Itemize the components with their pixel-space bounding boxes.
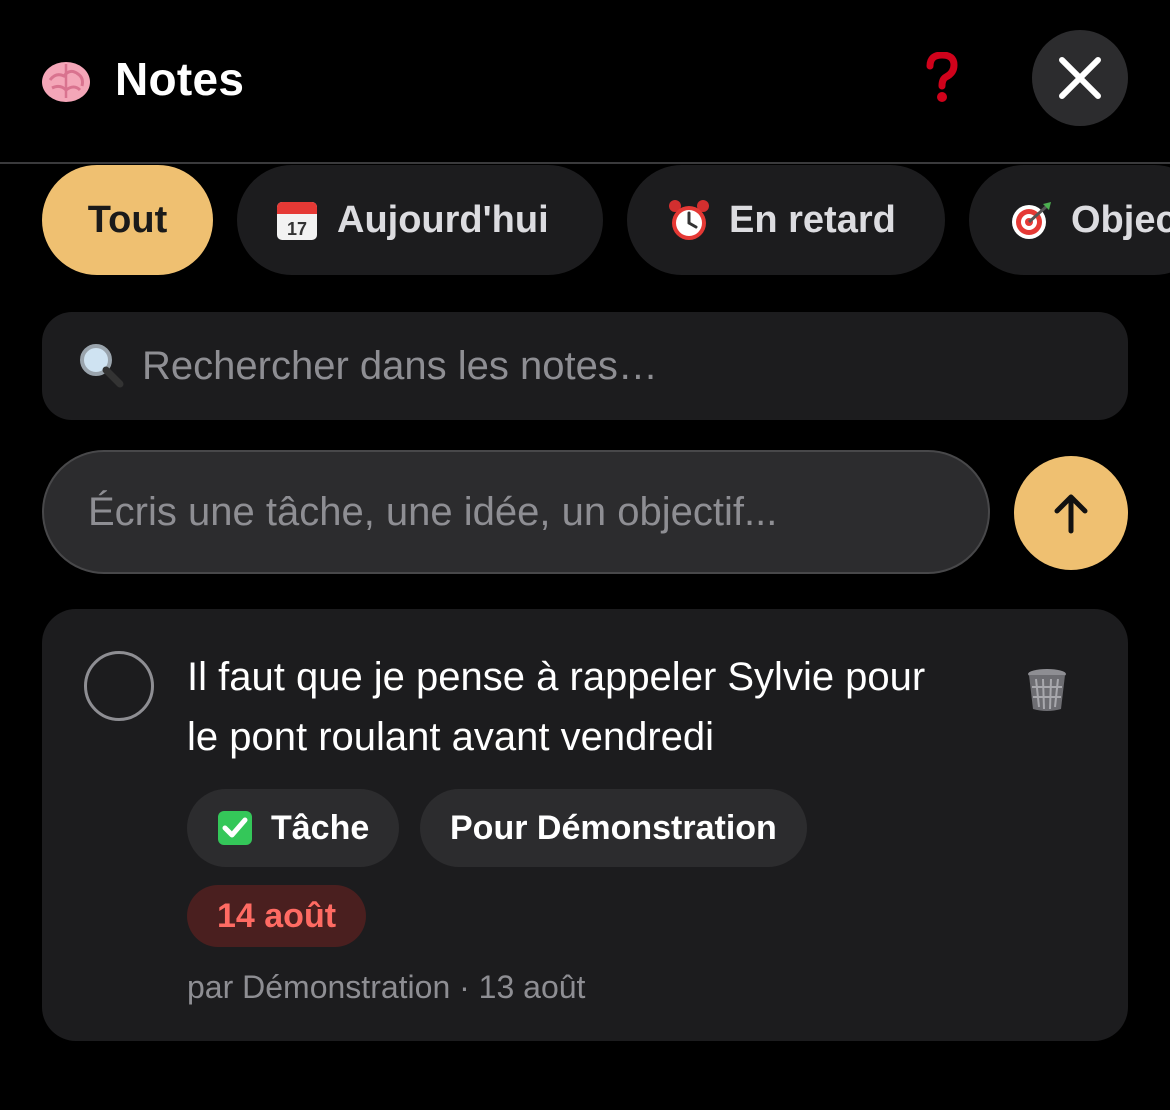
- filter-label: Aujourd'hui: [337, 198, 549, 241]
- assignee-tag: Pour Démonstration: [420, 789, 807, 867]
- complete-checkbox[interactable]: [84, 651, 154, 721]
- check-mark-icon: [218, 811, 252, 845]
- magnifier-icon: [80, 344, 124, 388]
- search-input[interactable]: [142, 312, 1102, 420]
- close-icon: [1059, 57, 1101, 99]
- trash-icon[interactable]: [1024, 667, 1070, 713]
- search-bar[interactable]: [42, 312, 1128, 420]
- calendar-icon: 17: [277, 202, 317, 240]
- note-type-tag: Tâche: [187, 789, 400, 867]
- note-composer-input[interactable]: [42, 450, 990, 574]
- filter-label: Objec: [1071, 198, 1170, 241]
- filter-label: En retard: [729, 198, 896, 241]
- arrow-up-icon: [1054, 494, 1088, 534]
- filter-bar: Tout 17 Aujourd'hui En retard Objec: [0, 165, 1170, 277]
- target-icon: [1012, 202, 1051, 239]
- note-text[interactable]: Il faut que je pense à rappeler Sylvie p…: [187, 647, 967, 767]
- filter-objectives-chip[interactable]: Objec: [969, 165, 1170, 275]
- close-button[interactable]: [1032, 30, 1128, 126]
- note-type-label: Tâche: [271, 808, 370, 847]
- filter-today-chip[interactable]: 17 Aujourd'hui: [237, 165, 603, 275]
- brain-icon: [42, 62, 90, 102]
- note-meta: par Démonstration · 13 août: [187, 969, 586, 1005]
- filter-label: Tout: [87, 198, 168, 241]
- filter-overdue-chip[interactable]: En retard: [627, 165, 945, 275]
- note-card: Il faut que je pense à rappeler Sylvie p…: [42, 609, 1128, 1041]
- due-date-badge: 14 août: [187, 885, 367, 947]
- svg-text:17: 17: [287, 219, 307, 239]
- header: Notes: [0, 0, 1170, 164]
- filter-tout-chip[interactable]: Tout: [42, 165, 213, 275]
- question-mark-icon[interactable]: [924, 52, 960, 104]
- alarm-clock-icon: [669, 200, 709, 240]
- app-title: Notes: [115, 53, 245, 105]
- submit-note-button[interactable]: [1014, 456, 1128, 570]
